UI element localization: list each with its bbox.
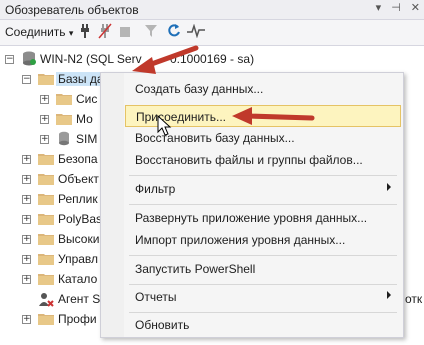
panel-title: Обозреватель объектов — [5, 3, 139, 17]
menu-item-restore-database[interactable]: Восстановить базу данных... — [125, 127, 399, 149]
expand-icon[interactable]: + — [22, 195, 31, 204]
activity-icon[interactable] — [187, 23, 205, 41]
menu-item-label: Создать базу данных... — [135, 82, 264, 96]
folder-icon — [56, 113, 72, 125]
menu-separator — [129, 312, 397, 313]
menu-item-label: Присоединить... — [136, 110, 227, 124]
folder-icon — [38, 253, 54, 265]
server-icon — [22, 51, 36, 69]
close-icon[interactable]: ✕ — [411, 1, 420, 14]
folder-icon — [38, 173, 54, 185]
tree-child-node[interactable]: + Сис — [0, 89, 100, 109]
tree-node[interactable]: + Объект — [0, 169, 100, 189]
collapse-icon[interactable]: − — [5, 55, 14, 64]
node-label: PolyBas — [58, 212, 103, 226]
submenu-arrow-icon — [387, 291, 391, 299]
agent-icon — [38, 292, 54, 310]
expand-icon[interactable]: + — [22, 155, 31, 164]
expand-icon[interactable]: + — [40, 95, 49, 104]
tree-node[interactable]: + Реплик — [0, 189, 100, 209]
node-label: Объект — [58, 172, 99, 186]
dropdown-icon[interactable]: ▾ — [376, 1, 382, 14]
expand-icon[interactable]: + — [22, 275, 31, 284]
menu-item-import-dac[interactable]: Импорт приложения уровня данных... — [125, 229, 399, 251]
tree-node[interactable]: + Управл — [0, 249, 100, 269]
tree-child-node[interactable]: + Мо — [0, 109, 100, 129]
connect-label: Соединить — [5, 25, 66, 39]
expand-icon[interactable]: + — [22, 315, 31, 324]
child-label: Мо — [76, 112, 93, 126]
tree-node[interactable]: + Высоки — [0, 229, 100, 249]
expand-icon[interactable]: + — [22, 215, 31, 224]
stop-icon[interactable] — [120, 26, 130, 40]
node-label: Реплик — [58, 192, 98, 206]
menu-separator — [129, 255, 397, 256]
pin-icon[interactable]: ⊣ — [391, 1, 401, 14]
tree-child-node[interactable]: + SIM — [0, 129, 100, 149]
menu-item-attach[interactable]: Присоединить... — [125, 105, 401, 127]
server-label-tail: 0.1000169 - sa) — [170, 52, 255, 66]
folder-icon — [38, 233, 54, 245]
tree-node[interactable]: + Безопа — [0, 149, 100, 169]
menu-item-label: Запустить PowerShell — [135, 262, 256, 276]
menu-item-powershell[interactable]: Запустить PowerShell — [125, 258, 399, 280]
menu-item-create-database[interactable]: Создать базу данных... — [125, 78, 399, 100]
node-label: Профи — [58, 312, 97, 326]
node-label: Безопа — [58, 152, 98, 166]
chevron-down-icon: ▾ — [68, 28, 74, 38]
menu-item-deploy-dac[interactable]: Развернуть приложение уровня данных... — [125, 207, 399, 229]
disconnect-icon[interactable] — [98, 23, 112, 42]
object-explorer-titlebar: Обозреватель объектов ▾ ⊣ ✕ — [0, 0, 424, 20]
folder-icon — [38, 273, 54, 285]
tree-node[interactable]: + Катало — [0, 269, 100, 289]
folder-icon — [38, 193, 54, 205]
context-menu: Создать базу данных... Присоединить... В… — [100, 72, 404, 338]
expand-icon[interactable]: + — [22, 255, 31, 264]
child-label: Сис — [76, 92, 98, 106]
expand-icon[interactable]: + — [22, 175, 31, 184]
menu-item-filter[interactable]: Фильтр — [125, 178, 399, 200]
server-label: WIN-N2 (SQL Serv — [40, 52, 142, 66]
folder-icon — [56, 93, 72, 105]
object-explorer-toolbar: Соединить ▾ — [0, 20, 424, 46]
menu-item-label: Обновить — [135, 318, 190, 332]
menu-item-label: Фильтр — [135, 182, 176, 196]
menu-separator — [129, 204, 397, 205]
menu-item-label: Восстановить файлы и группы файлов... — [135, 153, 363, 167]
folder-icon — [38, 73, 54, 85]
node-label: Высоки — [58, 232, 100, 246]
collapse-icon[interactable]: − — [22, 75, 31, 84]
connect-button[interactable]: Соединить ▾ — [5, 25, 73, 39]
node-label: Катало — [58, 272, 98, 286]
expand-icon[interactable]: + — [40, 135, 49, 144]
folder-icon — [38, 213, 54, 225]
menu-separator — [129, 284, 397, 285]
plug-icon[interactable] — [78, 23, 92, 42]
child-label: SIM — [76, 132, 98, 146]
expand-icon[interactable]: + — [22, 235, 31, 244]
node-label: Управл — [58, 252, 99, 266]
database-icon — [58, 131, 70, 149]
folder-icon — [38, 313, 54, 325]
menu-item-refresh[interactable]: Обновить — [125, 314, 399, 336]
tree-server-node[interactable]: − WIN-N2 (SQL Serv 0.1000169 - sa) — [0, 49, 424, 69]
node-label: Агент S — [58, 292, 101, 306]
menu-item-label: Отчеты — [135, 290, 177, 304]
expand-icon[interactable]: + — [40, 115, 49, 124]
menu-item-label: Развернуть приложение уровня данных... — [135, 211, 368, 225]
filter-icon[interactable] — [145, 25, 157, 40]
title-icons: ▾ ⊣ ✕ — [376, 1, 420, 14]
refresh-icon[interactable] — [167, 23, 181, 42]
submenu-arrow-icon — [387, 183, 391, 191]
menu-separator — [129, 175, 397, 176]
menu-item-label: Импорт приложения уровня данных... — [135, 233, 346, 247]
overflow-label: отк — [405, 292, 423, 306]
folder-icon — [38, 153, 54, 165]
menu-item-label: Восстановить базу данных... — [135, 131, 295, 145]
menu-item-restore-files[interactable]: Восстановить файлы и группы файлов... — [125, 149, 399, 171]
menu-item-reports[interactable]: Отчеты — [125, 286, 399, 308]
tree-node[interactable]: + Профи — [0, 309, 100, 329]
tree-node[interactable]: + PolyBas — [0, 209, 103, 229]
menu-gutter — [101, 73, 124, 337]
